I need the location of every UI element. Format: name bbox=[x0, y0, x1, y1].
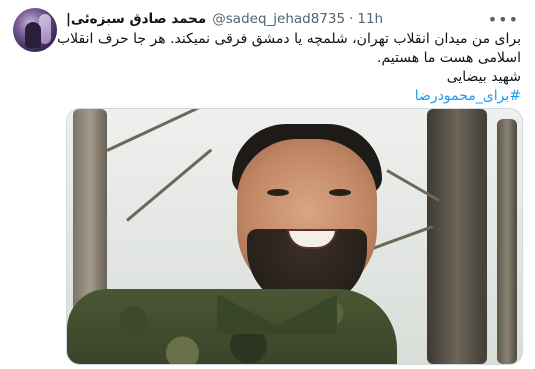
tweet-header: محمد صادق سبزه‌ئی| @sadeq_jehad8735 · 11… bbox=[66, 10, 383, 28]
person-eye bbox=[329, 189, 351, 196]
hashtag-link[interactable]: #برای_محمودرضا bbox=[66, 87, 521, 106]
tweet-line-1: برای من میدان انقلاب تهران، شلمچه یا دمش… bbox=[56, 31, 521, 47]
more-horizontal-icon[interactable]: ••• bbox=[488, 10, 519, 29]
tweet-text: برای من میدان انقلاب تهران، شلمچه یا دمش… bbox=[56, 30, 521, 106]
tree-trunk bbox=[497, 119, 517, 364]
tweet-timestamp[interactable]: 11h bbox=[357, 11, 383, 27]
tweet-line-2: اسلامی هست ما هستیم. bbox=[377, 50, 521, 66]
user-handle[interactable]: @sadeq_jehad8735 bbox=[212, 11, 345, 27]
tweet-line-3: شهید بیضایی bbox=[446, 69, 521, 85]
avatar[interactable] bbox=[13, 8, 57, 52]
tree-trunk bbox=[427, 109, 487, 364]
display-name[interactable]: محمد صادق سبزه‌ئی| bbox=[66, 11, 206, 27]
tweet-photo[interactable] bbox=[66, 108, 523, 365]
avatar-figure bbox=[25, 22, 41, 48]
separator-dot: · bbox=[349, 11, 354, 27]
person-eye bbox=[267, 189, 289, 196]
